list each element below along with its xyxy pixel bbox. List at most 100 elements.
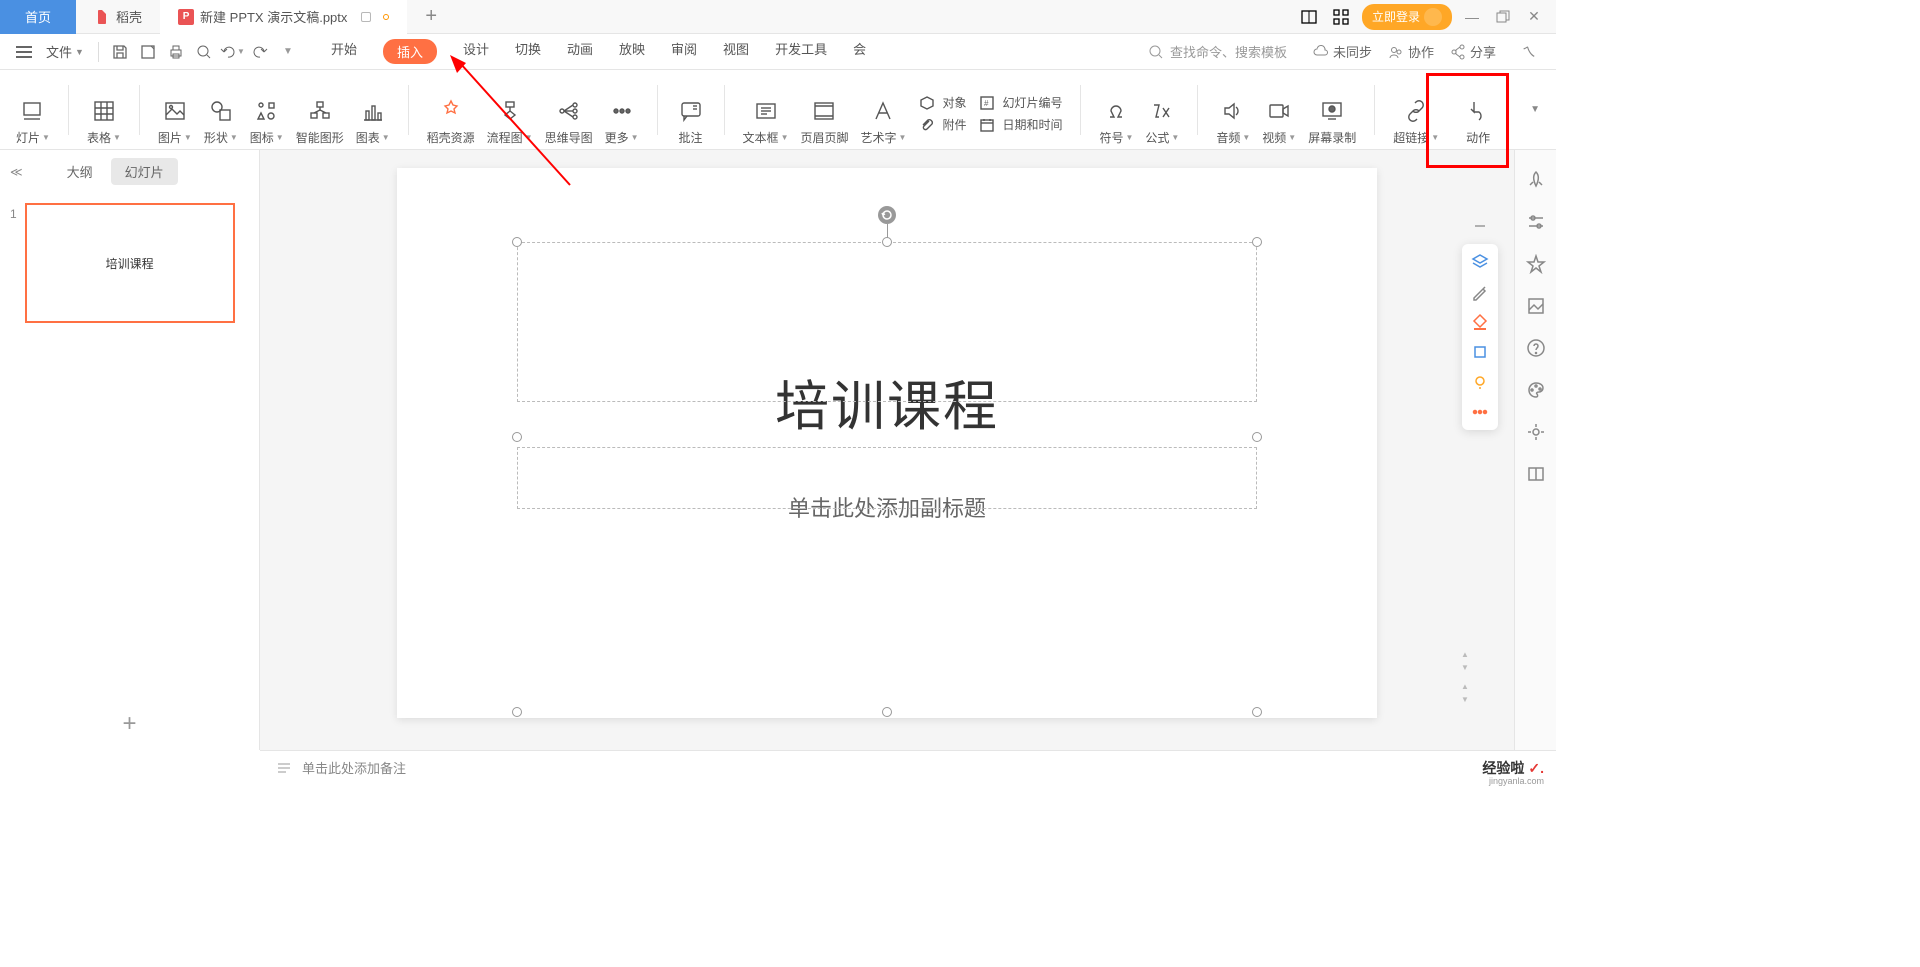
fill-button[interactable]: [1466, 308, 1494, 336]
docer-resource-button[interactable]: 稻壳资源: [421, 82, 481, 146]
star-icon[interactable]: [1526, 254, 1546, 274]
slide-subtitle-placeholder[interactable]: 单击此处添加副标题: [517, 491, 1257, 523]
equation-button[interactable]: 公式▼: [1139, 82, 1185, 146]
help-icon[interactable]: [1526, 338, 1546, 358]
new-slide-button[interactable]: 灯片▼: [10, 82, 56, 146]
print-icon[interactable]: [163, 39, 189, 65]
vertical-scrollbar[interactable]: ▲▼▲▼: [1460, 650, 1470, 710]
slides-tab[interactable]: 幻灯片: [111, 158, 178, 185]
menu-tab-view[interactable]: 视图: [723, 39, 749, 64]
close-button[interactable]: ✕: [1524, 8, 1544, 25]
title-textbox[interactable]: 培训课程 单击此处添加副标题: [517, 242, 1257, 750]
screen-record-button[interactable]: 屏幕录制: [1302, 82, 1362, 146]
save-icon[interactable]: [107, 39, 133, 65]
ribbon-dropdown-icon[interactable]: ▼: [1518, 104, 1552, 115]
avatar-icon: [1424, 8, 1442, 26]
collapse-ribbon-button[interactable]: ㄟ: [1512, 42, 1546, 62]
slide-title-text[interactable]: 培训课程: [517, 362, 1257, 441]
collapse-float-button[interactable]: [1466, 212, 1494, 240]
textbox-button[interactable]: 文本框▼: [737, 82, 795, 146]
wordart-button[interactable]: 艺术字▼: [855, 82, 913, 146]
menu-tab-animation[interactable]: 动画: [567, 39, 593, 64]
add-slide-button[interactable]: +: [0, 698, 259, 750]
idea-button[interactable]: [1466, 368, 1494, 396]
layer-button[interactable]: [1466, 248, 1494, 276]
layout-icon[interactable]: [1298, 6, 1320, 28]
menu-tab-start[interactable]: 开始: [331, 39, 357, 64]
collab-button[interactable]: 协作: [1388, 42, 1434, 61]
mindmap-button[interactable]: 思维导图: [539, 82, 599, 146]
resize-handle[interactable]: [512, 707, 522, 717]
template-icon[interactable]: [1526, 296, 1546, 316]
search-box[interactable]: 查找命令、搜索模板: [1138, 42, 1297, 61]
reading-icon[interactable]: [1526, 464, 1546, 484]
smartart-button[interactable]: 智能图形: [290, 82, 350, 146]
tab-current-document[interactable]: P 新建 PPTX 演示文稿.pptx: [160, 0, 407, 34]
design-icon[interactable]: [1526, 380, 1546, 400]
collapse-panel-button[interactable]: ≪: [10, 165, 23, 179]
print-preview-icon[interactable]: [135, 39, 161, 65]
preview-icon[interactable]: [191, 39, 217, 65]
slide-number-button[interactable]: #幻灯片编号: [978, 94, 1062, 112]
resize-handle[interactable]: [882, 707, 892, 717]
resize-handle[interactable]: [1252, 237, 1262, 247]
resize-handle[interactable]: [1252, 432, 1262, 442]
slide-canvas[interactable]: 培训课程 单击此处添加副标题: [397, 168, 1377, 718]
apps-icon[interactable]: [1330, 6, 1352, 28]
share-button[interactable]: 分享: [1450, 42, 1496, 61]
sync-status[interactable]: 未同步: [1313, 42, 1372, 61]
minimize-button[interactable]: —: [1462, 9, 1482, 25]
datetime-button[interactable]: 日期和时间: [978, 116, 1062, 134]
comment-button[interactable]: 批注: [670, 82, 712, 146]
new-tab-button[interactable]: +: [407, 0, 443, 34]
watermark-check-icon: ✓.: [1528, 760, 1544, 777]
hyperlink-button[interactable]: 超链接▼: [1387, 82, 1445, 146]
hamburger-icon[interactable]: [16, 46, 32, 58]
rotation-handle[interactable]: [878, 206, 896, 224]
tab-home[interactable]: 首页: [0, 0, 76, 34]
more-float-button[interactable]: [1466, 398, 1494, 426]
object-button[interactable]: 对象: [918, 94, 966, 112]
menu-tab-developer[interactable]: 开发工具: [775, 39, 827, 64]
action-button[interactable]: 动作: [1457, 82, 1499, 146]
table-button[interactable]: 表格▼: [81, 82, 127, 146]
picture-button[interactable]: 图片▼: [152, 82, 198, 146]
header-footer-button[interactable]: 页眉页脚: [794, 82, 854, 146]
undo-icon[interactable]: ▼: [219, 39, 245, 65]
animation-icon[interactable]: [1526, 422, 1546, 442]
menu-tab-slideshow[interactable]: 放映: [619, 39, 645, 64]
attachment-button[interactable]: 附件: [918, 116, 966, 134]
icon-button[interactable]: 图标▼: [244, 82, 290, 146]
maximize-button[interactable]: [1492, 6, 1514, 28]
resize-handle[interactable]: [512, 432, 522, 442]
rocket-icon[interactable]: [1526, 170, 1546, 190]
menu-tab-review[interactable]: 审阅: [671, 39, 697, 64]
menu-tab-member[interactable]: 会: [853, 39, 866, 64]
chart-button[interactable]: 图表▼: [350, 82, 396, 146]
qat-more-icon[interactable]: ▼: [275, 39, 301, 65]
tab-docer[interactable]: 稻壳: [76, 0, 160, 34]
crop-button[interactable]: [1466, 338, 1494, 366]
video-button[interactable]: 视频▼: [1256, 82, 1302, 146]
symbol-button[interactable]: 符号▼: [1093, 82, 1139, 146]
menu-tab-design[interactable]: 设计: [463, 39, 489, 64]
picture-icon: [163, 99, 187, 123]
shape-button[interactable]: 形状▼: [198, 82, 244, 146]
pen-button[interactable]: [1466, 278, 1494, 306]
slide-thumbnail[interactable]: 培训课程: [25, 203, 235, 323]
menu-tab-insert[interactable]: 插入: [383, 39, 437, 64]
flowchart-button[interactable]: 流程图▼: [481, 82, 539, 146]
notes-bar[interactable]: 单击此处添加备注: [260, 750, 1556, 784]
more-button[interactable]: 更多▼: [599, 82, 645, 146]
redo-icon[interactable]: [247, 39, 273, 65]
file-menu[interactable]: 文件▼: [40, 42, 90, 61]
settings-slider-icon[interactable]: [1526, 212, 1546, 232]
resize-handle[interactable]: [512, 237, 522, 247]
login-button[interactable]: 立即登录: [1362, 4, 1452, 30]
resize-handle[interactable]: [882, 237, 892, 247]
resize-handle[interactable]: [1252, 707, 1262, 717]
audio-button[interactable]: 音频▼: [1210, 82, 1256, 146]
outline-tab[interactable]: 大纲: [53, 158, 107, 185]
menu-tab-transition[interactable]: 切换: [515, 39, 541, 64]
main-area: ≪ 大纲 幻灯片 1 培训课程 +: [0, 150, 1556, 750]
